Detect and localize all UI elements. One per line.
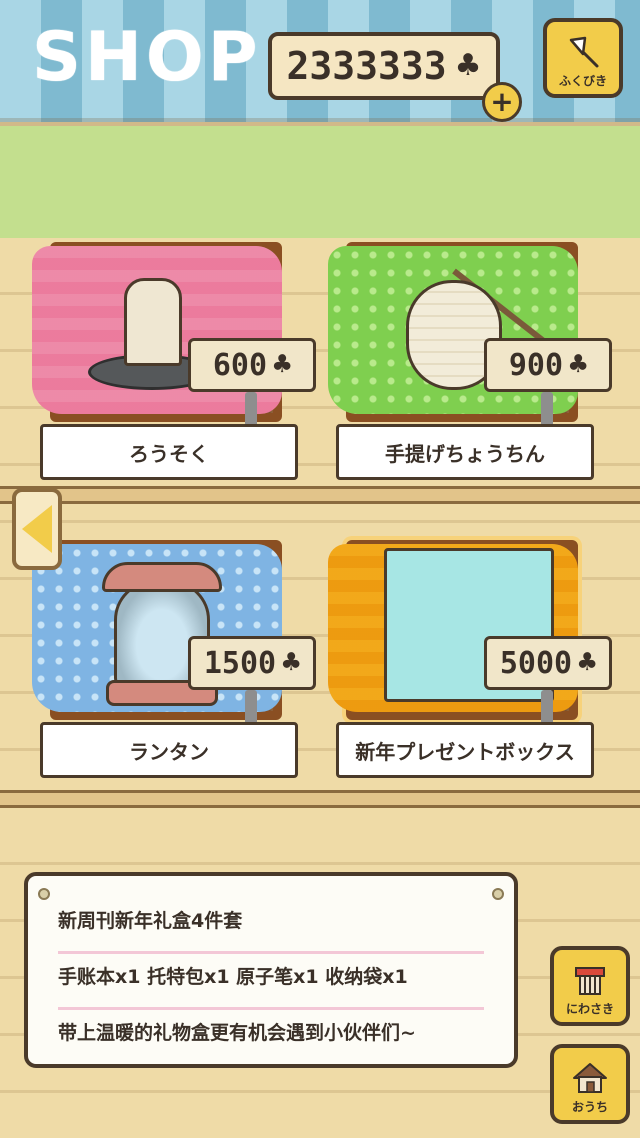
home-button-label: おうち [571,1100,608,1114]
garden-button-label: にわさき [565,1002,614,1016]
price-tag: 900 ♣ [484,338,612,392]
description-line: 带上温暖的礼物盒更有机会遇到小伙伴们~ [58,1022,416,1044]
shop-item-paper-lantern[interactable]: 900 ♣ 手提げちょうちん [328,242,612,494]
left-arrow-icon [22,505,52,553]
item-price: 5000 [499,645,573,681]
shop-title: SHOP [32,18,262,97]
garden-gate-icon [575,967,605,995]
clover-icon: ♣ [454,48,482,83]
oil-lantern-cap-icon [102,562,222,592]
pin-icon [38,888,50,900]
pin-icon [492,888,504,900]
previous-page-button[interactable] [12,488,62,570]
candle-icon [124,278,182,366]
description-line: 新周刊新年礼盒4件套 [58,898,484,954]
clover-icon: ♣ [282,645,301,680]
price-tag: 5000 ♣ [484,636,612,690]
lottery-button-label: ふくびき [558,74,607,88]
item-name: 新年プレゼントボックス [336,722,594,778]
clover-balance-box: 2333333 ♣ [268,32,500,100]
price-tag: 600 ♣ [188,338,316,392]
clover-balance-value: 2333333 [286,44,447,88]
lottery-button[interactable]: ふくびき [543,18,623,98]
shop-item-candle[interactable]: 600 ♣ ろうそく [32,242,316,494]
item-name: ランタン [40,722,298,778]
clover-icon: ♣ [578,645,597,680]
clover-icon: ♣ [273,347,292,382]
grass-band [0,126,640,238]
clover-icon: ♣ [569,347,588,382]
item-description-panel: 新周刊新年礼盒4件套 手账本x1 托特包x1 原子笔x1 收纳袋x1 带上温暖的… [24,872,518,1068]
item-name: ろうそく [40,424,298,480]
item-price: 900 [508,347,564,383]
home-button[interactable]: おうち [550,1044,630,1124]
price-tag: 1500 ♣ [188,636,316,690]
item-price: 1500 [203,645,277,681]
awning-trim [0,118,640,126]
garden-button[interactable]: にわさき [550,946,630,1026]
shelf-divider [0,790,640,808]
shop-item-lantern[interactable]: 1500 ♣ ランタン [32,540,316,792]
description-line: 手账本x1 托特包x1 原子笔x1 收纳袋x1 [58,954,484,1010]
item-name: 手提げちょうちん [336,424,594,480]
item-price: 600 [212,347,268,383]
lottery-handbell-icon [569,36,599,68]
house-icon [573,1063,607,1093]
shop-item-new-year-gift-box[interactable]: 5000 ♣ 新年プレゼントボックス [328,540,612,792]
add-clovers-button[interactable]: + [482,82,522,122]
